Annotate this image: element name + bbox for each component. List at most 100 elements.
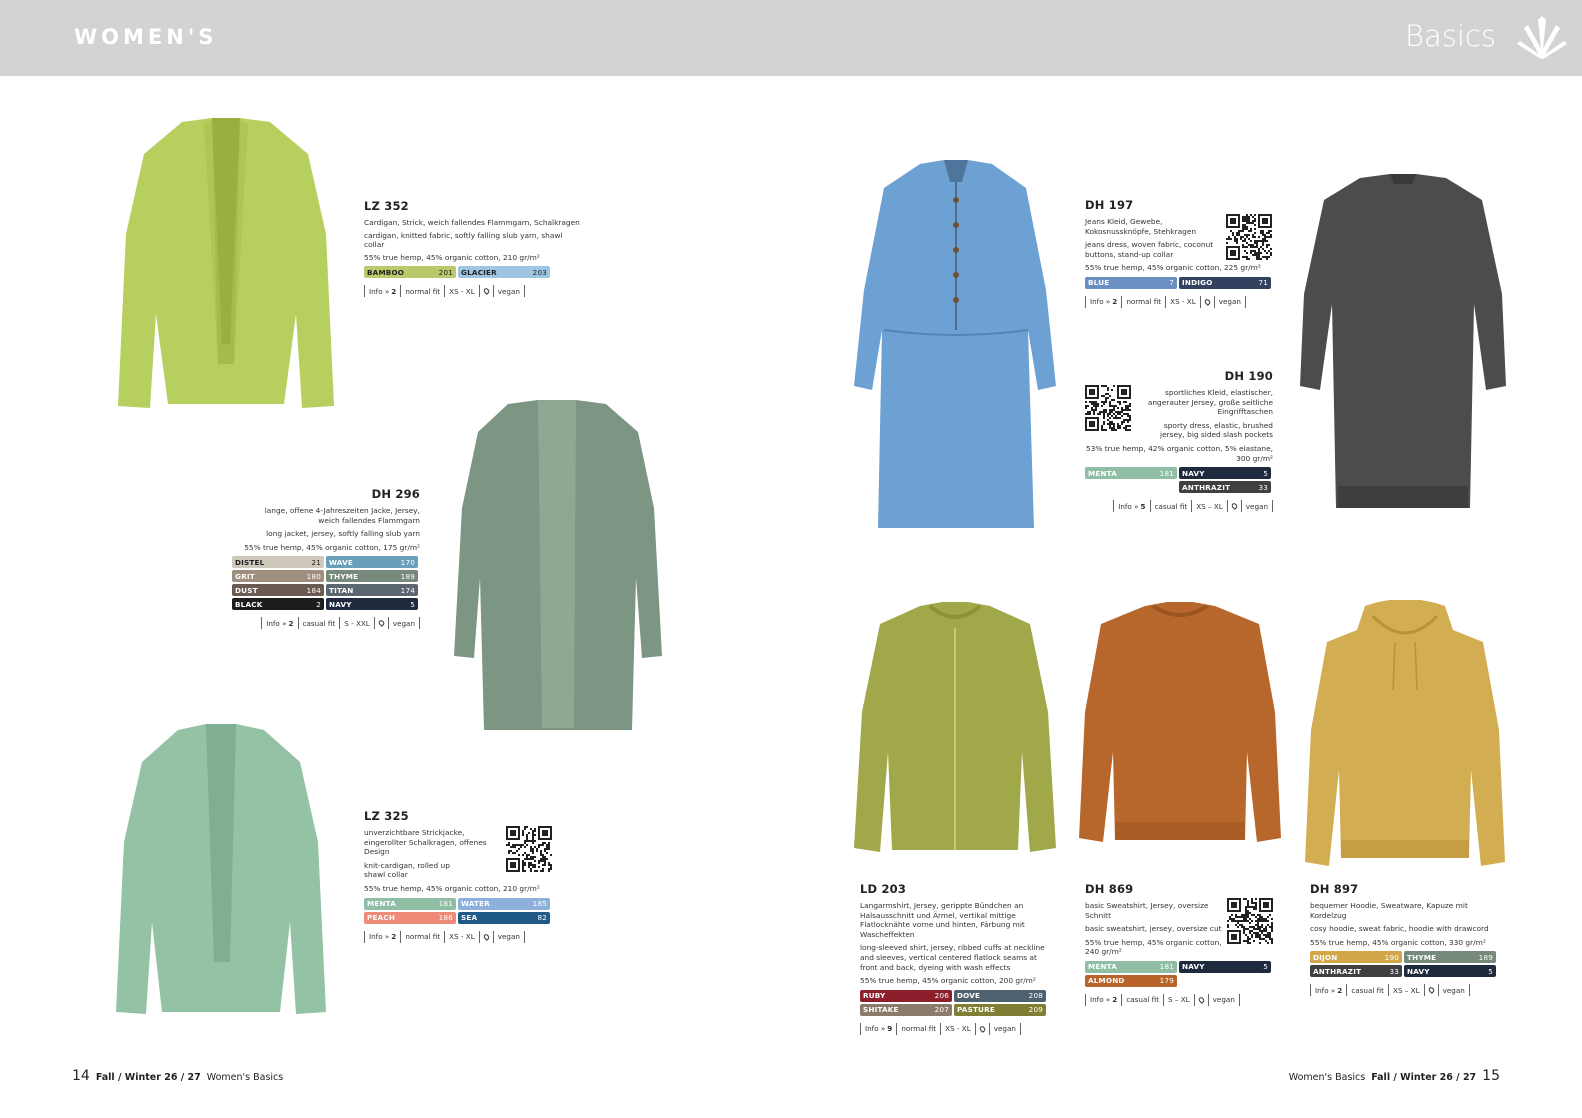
product-ld203: LD 203 Langarmshirt, Jersey, gerippte Bü… (860, 882, 1056, 1035)
footer-title: Women's Basics (1288, 1072, 1366, 1083)
color-swatches: DIJON 190 THYME 189 ANTHRAZIT 33 NAVY 5 (1310, 951, 1506, 978)
garment-image-dh190 (1300, 174, 1506, 508)
composition: 55% true hemp, 45% organic cotton, 225 g… (1085, 263, 1261, 273)
description-de: Jeans Kleid, Gewebe, Kokosnussknöpfe, St… (1085, 217, 1197, 236)
size-range: S – XL (1163, 993, 1194, 1006)
product-dh897: DH 897 bequemer Hoodie, Sweatware, Kapuz… (1310, 882, 1506, 997)
season-label: Fall / Winter 26 / 27 (1371, 1072, 1477, 1083)
color-swatch: GLACIER 203 (458, 266, 550, 279)
hemp-leaf-icon (1517, 16, 1567, 59)
garment-image-lz352 (118, 118, 334, 408)
description-en: knit-cardigan, rolled up shawl collar (364, 860, 450, 880)
info-ref: Info » 2 (1085, 295, 1121, 308)
color-swatch: SHITAKE 207 (860, 1003, 952, 1016)
size-range: XS – XL (1388, 984, 1424, 997)
description-de: Cardigan, Strick, weich fallendes Flammg… (364, 218, 580, 227)
color-swatch: WATER 185 (458, 897, 550, 910)
garment-image-dh869 (1079, 602, 1281, 842)
garment-image-dh897 (1305, 600, 1505, 866)
size-range: S - XXL (339, 617, 374, 630)
color-swatch: PEACH 186 (364, 911, 456, 924)
page-number: 14 (72, 1068, 90, 1084)
color-swatch: SEA 82 (458, 911, 550, 924)
size-range: XS - XL (1165, 295, 1200, 308)
color-swatch: NAVY 5 (326, 598, 418, 611)
description-en: long jacket, jersey, softly falling slub… (266, 529, 420, 539)
fit-label: normal fit (1121, 295, 1165, 308)
color-swatch: BAMBOO 201 (364, 266, 456, 279)
info-ref: Info » 2 (1085, 993, 1121, 1006)
footer-title: Women's Basics (206, 1072, 284, 1083)
description-de: basic Sweatshirt, Jersey, oversize Schni… (1085, 901, 1209, 920)
color-swatch: BLUE 7 (1085, 276, 1177, 289)
product-code: LZ 352 (364, 199, 409, 213)
fit-label: normal fit (400, 930, 444, 943)
fit-label: casual fit (1149, 500, 1192, 513)
info-line: Info » 2 normal fit XS - XL vegan (364, 930, 554, 943)
info-line: Info » 2 normal fit XS - XL vegan (1085, 295, 1275, 308)
color-swatches: BAMBOO 201 GLACIER 203 (364, 266, 584, 279)
fit-label: normal fit (896, 1022, 940, 1035)
color-swatch: BLACK 2 (232, 598, 324, 611)
color-swatches: BLUE 7 INDIGO 71 (1085, 276, 1275, 289)
composition: 55% true hemp, 45% organic cotton, 210 g… (364, 252, 540, 262)
info-line: Info » 2 normal fit XS - XL vegan (364, 285, 584, 298)
vegan-label: vegan (988, 1022, 1021, 1035)
color-swatches: MENTA 181 NAVY 5 ANTHRAZIT 33 (1085, 467, 1273, 494)
product-dh296: DH 296 lange, offene 4-Jahreszeiten Jack… (232, 487, 420, 630)
info-ref: Info » 9 (860, 1022, 896, 1035)
color-swatch: DISTEL 21 (232, 556, 324, 569)
color-swatch: RUBY 206 (860, 989, 952, 1002)
color-swatch: NAVY 5 (1404, 965, 1496, 978)
qr-code-icon[interactable] (506, 826, 552, 872)
color-swatch: TITAN 174 (326, 584, 418, 597)
description-en: basic sweatshirt, jersey, oversize cut (1085, 924, 1222, 934)
vegan-label: vegan (1437, 984, 1470, 997)
color-swatches: RUBY 206 DOVE 208 SHITAKE 207 PASTURE 209 (860, 989, 1056, 1016)
color-swatch: MENTA 181 (1085, 960, 1177, 973)
description-de: Langarmshirt, Jersey, gerippte Bündchen … (860, 901, 1025, 939)
info-ref: Info » 5 (1113, 500, 1149, 513)
product-code: DH 869 (1085, 882, 1134, 896)
color-swatch: ANTHRAZIT 33 (1310, 965, 1402, 978)
qr-code-icon[interactable] (1085, 385, 1131, 431)
color-swatch: INDIGO 71 (1179, 276, 1271, 289)
color-swatches: MENTA 181 WATER 185 PEACH 186 SEA 82 (364, 897, 554, 924)
qr-code-icon[interactable] (1226, 214, 1272, 260)
info-ref: Info » 2 (261, 617, 297, 630)
footer-right: Women's Basics Fall / Winter 26 / 27 15 (1289, 1068, 1500, 1084)
info-line: Info » 9 normal fit XS - XL vegan (860, 1022, 1056, 1035)
composition: 55% true hemp, 45% organic cotton, 330 g… (1310, 937, 1486, 947)
fit-label: casual fit (297, 617, 340, 630)
vegan-label: vegan (1240, 500, 1273, 513)
color-swatches: DISTEL 21 WAVE 170 GRIT 180 THYME 189 DUST 18… (232, 556, 420, 611)
vegan-label: vegan (387, 617, 420, 630)
color-swatch: MENTA 181 (364, 897, 456, 910)
composition: 53% true hemp, 42% organic cotton, 5% el… (1085, 443, 1273, 463)
qr-code-icon[interactable] (1227, 898, 1273, 944)
vegan-label: vegan (1213, 295, 1246, 308)
info-line: Info » 5 casual fit XS – XL vegan (1085, 500, 1273, 513)
vegan-label: vegan (492, 930, 525, 943)
garment-image-lz325 (116, 724, 326, 1014)
info-line: Info » 2 casual fit S – XL vegan (1085, 993, 1275, 1006)
product-lz352: LZ 352 Cardigan, Strick, weich fallendes… (364, 199, 584, 298)
product-code: DH 190 (1224, 369, 1273, 383)
fit-label: casual fit (1121, 993, 1163, 1006)
location-pin-icon (373, 617, 388, 630)
color-swatch: DOVE 208 (954, 989, 1046, 1002)
description-en: cardigan, knitted fabric, softly falling… (364, 230, 563, 250)
fit-label: casual fit (1346, 984, 1388, 997)
color-swatch: MENTA 181 (1085, 467, 1177, 480)
size-range: XS - XL (940, 1022, 975, 1035)
info-line: Info » 2 casual fit XS – XL vegan (1310, 984, 1506, 997)
color-swatch: DUST 184 (232, 584, 324, 597)
color-swatches: MENTA 181 NAVY 5 ALMOND 179 (1085, 960, 1275, 987)
color-swatch: ANTHRAZIT 33 (1179, 481, 1271, 494)
location-pin-icon (1226, 500, 1241, 513)
location-pin-icon (478, 285, 493, 298)
color-swatch: DIJON 190 (1310, 951, 1402, 964)
page-number: 15 (1482, 1068, 1500, 1084)
color-swatch: NAVY 5 (1179, 467, 1271, 480)
color-swatch: THYME 189 (1404, 951, 1496, 964)
